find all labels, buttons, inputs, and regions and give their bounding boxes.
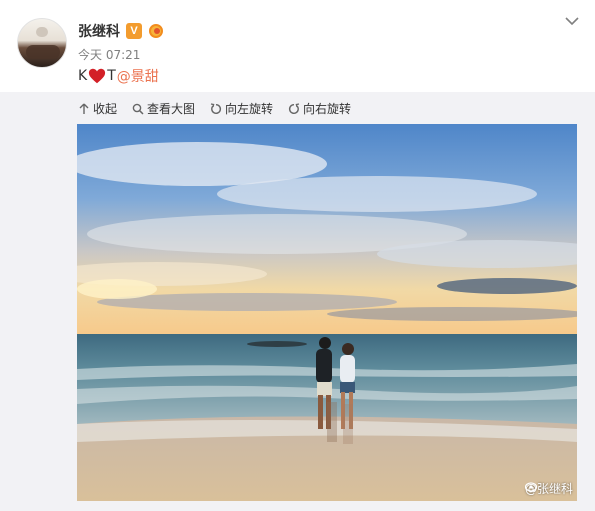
chevron-down-icon[interactable] <box>565 14 579 28</box>
rotate-left-button[interactable]: 向左旋转 <box>210 100 273 117</box>
rotate-right-icon <box>288 102 300 114</box>
collapse-button[interactable]: 收起 <box>78 100 117 117</box>
content-prefix: K <box>78 68 88 84</box>
author-row: 张继科 V <box>78 21 166 41</box>
content-suffix: T <box>107 68 116 84</box>
image-toolbar: 收起 查看大图 向左旋转 向右旋转 <box>78 100 351 117</box>
weibo-watermark: @张继科 <box>524 480 573 497</box>
heart-icon <box>89 68 106 84</box>
username[interactable]: 张继科 <box>78 21 120 41</box>
rotate-left-icon <box>210 102 222 114</box>
rotate-right-button[interactable]: 向右旋转 <box>288 100 351 117</box>
view-large-button[interactable]: 查看大图 <box>132 100 195 117</box>
verified-icon[interactable]: V <box>126 23 142 39</box>
rotate-right-label: 向右旋转 <box>303 102 352 116</box>
weibo-icon <box>524 482 538 492</box>
search-icon <box>132 103 144 115</box>
post-photo[interactable]: @张继科 <box>77 124 577 501</box>
post-time[interactable]: 今天 07:21 <box>78 46 140 63</box>
arrow-up-icon <box>79 103 89 114</box>
medal-icon[interactable] <box>148 22 166 40</box>
mention-link[interactable]: @景甜 <box>117 66 159 86</box>
avatar[interactable] <box>17 18 67 68</box>
post-content: K T @景甜 <box>78 66 159 86</box>
post-header: 张继科 V 今天 07:21 K T @景甜 <box>0 0 595 92</box>
collapse-label: 收起 <box>93 102 118 116</box>
rotate-left-label: 向左旋转 <box>225 102 274 116</box>
view-large-label: 查看大图 <box>147 102 196 116</box>
beach-sunset-image <box>77 124 577 501</box>
